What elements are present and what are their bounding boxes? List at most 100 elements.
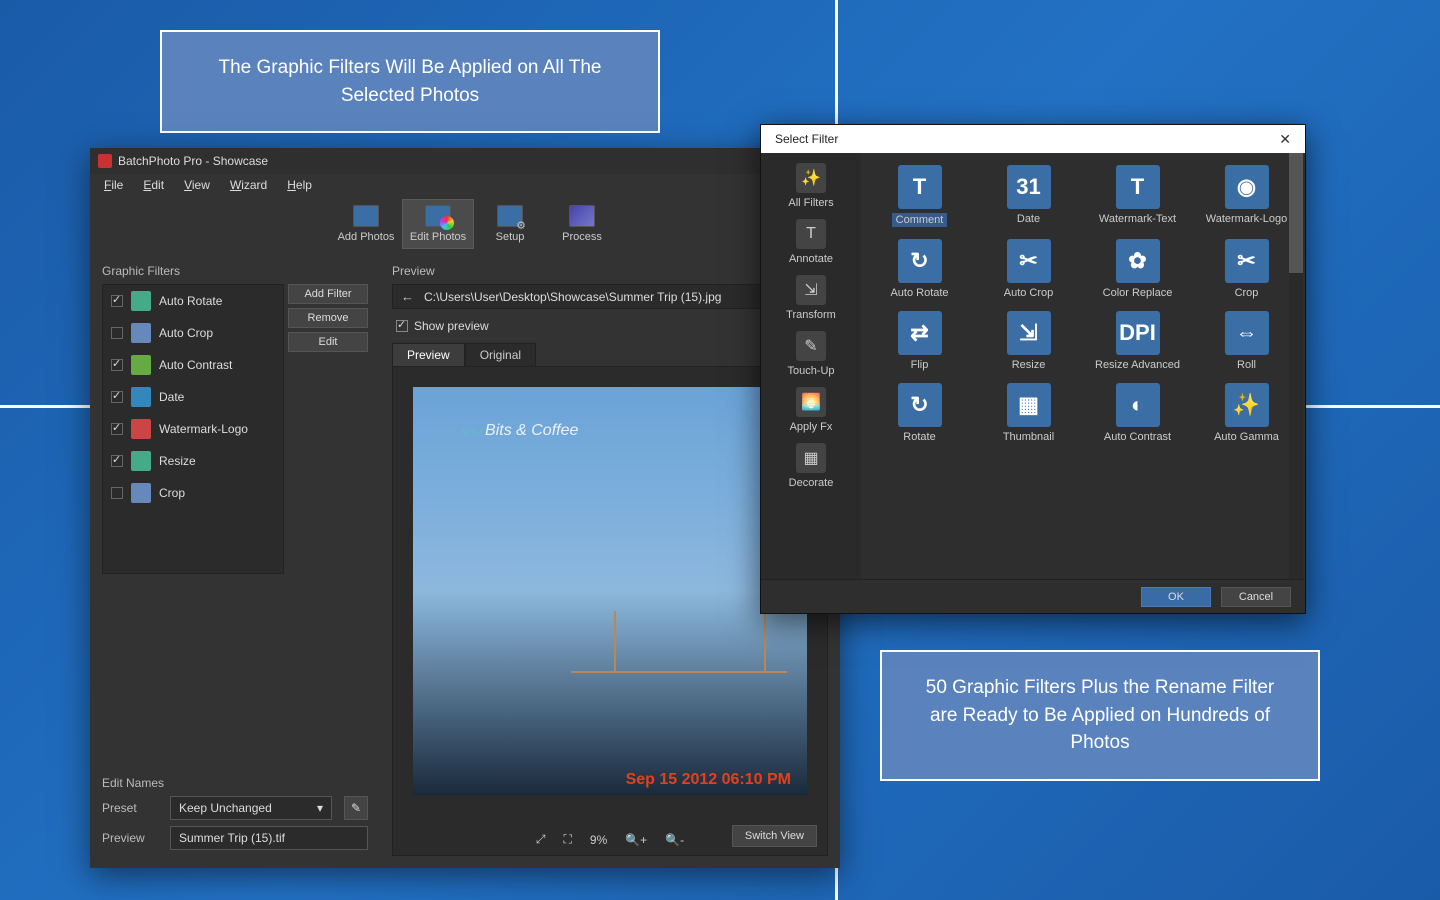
window-title: BatchPhoto Pro - Showcase <box>118 154 268 168</box>
filter-row[interactable]: Crop <box>103 477 283 509</box>
menubar: File Edit View Wizard Help <box>90 174 840 196</box>
filter-grid-item[interactable]: ↻Rotate <box>867 383 972 443</box>
edit-preset-button[interactable]: ✎ <box>344 796 368 820</box>
filter-grid-icon: ⇲ <box>1007 311 1051 355</box>
tool-add-photos[interactable]: Add Photos <box>330 199 402 249</box>
switch-view-button[interactable]: Switch View <box>732 825 817 847</box>
filter-grid-label: Date <box>1017 213 1040 225</box>
filter-grid-item[interactable]: DPIResize Advanced <box>1085 311 1190 371</box>
filter-grid-item[interactable]: ✂Auto Crop <box>976 239 1081 299</box>
category-item[interactable]: ✎Touch-Up <box>767 331 855 377</box>
filter-grid-label: Auto Rotate <box>890 287 948 299</box>
preview-name-label: Preview <box>102 831 158 845</box>
filter-grid-item[interactable]: ↻Auto Rotate <box>867 239 972 299</box>
filter-checkbox[interactable] <box>111 327 123 339</box>
filter-checkbox[interactable] <box>111 391 123 403</box>
menu-help[interactable]: Help <box>279 176 320 194</box>
tab-preview[interactable]: Preview <box>392 343 465 366</box>
dialog-title: Select Filter <box>775 132 838 146</box>
filter-grid-label: Color Replace <box>1103 287 1173 299</box>
tool-process[interactable]: Process <box>546 199 618 249</box>
filter-checkbox[interactable] <box>111 487 123 499</box>
filter-grid-label: Crop <box>1235 287 1259 299</box>
filter-name: Watermark-Logo <box>159 422 248 436</box>
filter-grid-icon: ✂ <box>1225 239 1269 283</box>
preview-name-input[interactable] <box>170 826 368 850</box>
filter-row[interactable]: Watermark-Logo <box>103 413 283 445</box>
category-item[interactable]: 🌅Apply Fx <box>767 387 855 433</box>
filter-grid-item[interactable]: TComment <box>867 165 972 227</box>
filter-checkbox[interactable] <box>111 423 123 435</box>
menu-wizard[interactable]: Wizard <box>222 176 275 194</box>
category-item[interactable]: ▦Decorate <box>767 443 855 489</box>
ok-button[interactable]: OK <box>1141 587 1211 607</box>
filter-grid-item[interactable]: 31Date <box>976 165 1081 227</box>
menu-edit[interactable]: Edit <box>135 176 172 194</box>
filter-row[interactable]: Auto Crop <box>103 317 283 349</box>
filter-row[interactable]: Auto Rotate <box>103 285 283 317</box>
folder-icon <box>353 205 379 227</box>
scrollbar-thumb[interactable] <box>1289 153 1303 273</box>
zoom-in-icon[interactable]: 🔍+ <box>625 833 647 847</box>
filter-checkbox[interactable] <box>111 295 123 307</box>
tab-original[interactable]: Original <box>465 343 536 366</box>
category-icon: ▦ <box>796 443 826 473</box>
category-item[interactable]: TAnnotate <box>767 219 855 265</box>
setup-icon <box>497 205 523 227</box>
callout-top: The Graphic Filters Will Be Applied on A… <box>160 30 660 133</box>
zoom-out-icon[interactable]: 🔍- <box>665 833 684 847</box>
filter-grid-icon: ✨ <box>1225 383 1269 427</box>
filter-list[interactable]: Auto Rotate Auto Crop Auto Contrast Date… <box>102 284 284 574</box>
filter-grid-label: Auto Crop <box>1004 287 1054 299</box>
filter-grid-item[interactable]: ⇄Flip <box>867 311 972 371</box>
titlebar[interactable]: BatchPhoto Pro - Showcase <box>90 148 840 174</box>
toolbar: Add Photos Edit Photos Setup Process <box>90 196 840 252</box>
filter-grid-item[interactable]: ✨ Auto Gamma <box>1194 383 1299 443</box>
filter-grid-item[interactable]: ◐Auto Contrast <box>1085 383 1190 443</box>
menu-file[interactable]: File <box>96 176 131 194</box>
filter-grid-item[interactable]: ▦ Thumbnail <box>976 383 1081 443</box>
dialog-titlebar[interactable]: Select Filter ✕ <box>761 125 1305 153</box>
add-filter-button[interactable]: Add Filter <box>288 284 368 304</box>
filter-grid-label: Auto Gamma <box>1214 431 1279 443</box>
filter-name: Date <box>159 390 184 404</box>
preset-select[interactable]: Keep Unchanged▾ <box>170 796 332 820</box>
filter-grid-label: Roll <box>1237 359 1256 371</box>
filter-checkbox[interactable] <box>111 359 123 371</box>
filter-grid-item[interactable]: ✿Color Replace <box>1085 239 1190 299</box>
cancel-button[interactable]: Cancel <box>1221 587 1291 607</box>
filter-grid-label: Flip <box>911 359 929 371</box>
nav-back-icon[interactable]: ← <box>401 289 414 304</box>
filter-grid-item[interactable]: TWatermark-Text <box>1085 165 1190 227</box>
filter-grid-item[interactable]: ⇔Roll <box>1194 311 1299 371</box>
menu-view[interactable]: View <box>176 176 218 194</box>
category-item[interactable]: ⇲Transform <box>767 275 855 321</box>
filter-row[interactable]: Date <box>103 381 283 413</box>
category-item[interactable]: ✨All Filters <box>767 163 855 209</box>
filter-icon <box>131 387 151 407</box>
category-icon: ⇲ <box>796 275 826 305</box>
edit-filter-button[interactable]: Edit <box>288 332 368 352</box>
filter-checkbox[interactable] <box>111 455 123 467</box>
filter-grid-label: Resize Advanced <box>1095 359 1180 371</box>
tool-edit-photos[interactable]: Edit Photos <box>402 199 474 249</box>
show-preview-checkbox[interactable] <box>396 320 408 332</box>
expand-icon[interactable]: ⛶ <box>563 832 571 847</box>
filter-grid-item[interactable]: ✂ Crop <box>1194 239 1299 299</box>
remove-filter-button[interactable]: Remove <box>288 308 368 328</box>
filter-grid-item[interactable]: ◉Watermark-Logo <box>1194 165 1299 227</box>
filter-grid-label: Thumbnail <box>1003 431 1054 443</box>
category-icon: 🌅 <box>796 387 826 417</box>
date-stamp: Sep 15 2012 06:10 PM <box>626 771 791 789</box>
filter-grid-icon: ▦ <box>1007 383 1051 427</box>
fit-icon[interactable]: ⤢ <box>536 832 546 847</box>
close-icon[interactable]: ✕ <box>1273 131 1297 148</box>
scrollbar[interactable] <box>1289 153 1303 579</box>
filter-row[interactable]: Auto Contrast <box>103 349 283 381</box>
filter-name: Auto Rotate <box>159 294 222 308</box>
filter-grid-icon: ◐ <box>1116 383 1160 427</box>
tool-setup[interactable]: Setup <box>474 199 546 249</box>
filter-row[interactable]: Resize <box>103 445 283 477</box>
filter-grid-item[interactable]: ⇲Resize <box>976 311 1081 371</box>
category-label: Annotate <box>789 253 833 265</box>
